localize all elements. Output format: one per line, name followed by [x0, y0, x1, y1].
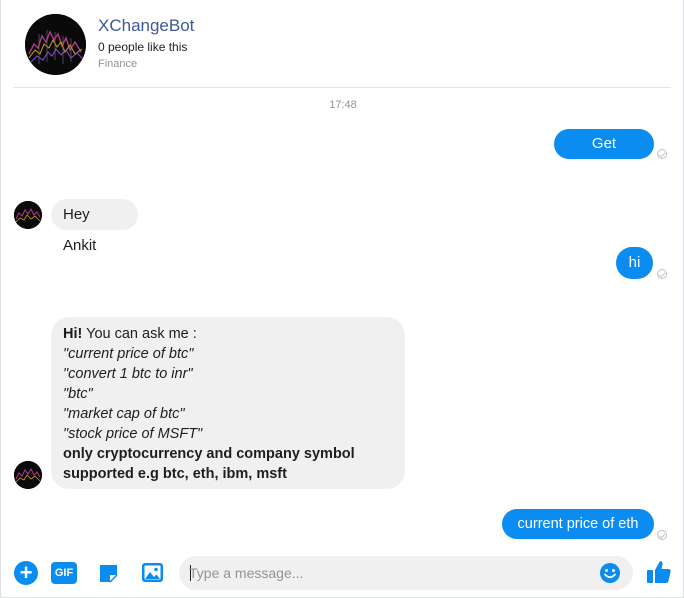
page-category: Finance — [98, 58, 138, 70]
message-input-container — [179, 556, 633, 590]
incoming-message-help[interactable]: Hi! You can ask me : "current price of b… — [51, 317, 405, 489]
help-example: "stock price of MSFT" — [63, 426, 203, 442]
bot-avatar — [14, 201, 42, 229]
help-example: "market cap of btc" — [63, 406, 185, 422]
outgoing-message[interactable]: Get Started — [554, 129, 654, 182]
plus-circle-icon[interactable]: + — [14, 561, 38, 585]
outgoing-message[interactable]: current price of eth — [502, 509, 654, 539]
bot-avatar — [14, 461, 42, 489]
page-likes: 0 people like this — [98, 40, 188, 54]
message-composer: + GIF — [1, 548, 684, 598]
outgoing-message[interactable]: hi — [616, 247, 653, 279]
help-example: "btc" — [63, 386, 93, 402]
thumbs-up-icon[interactable] — [646, 559, 672, 585]
read-receipt-icon — [657, 530, 667, 540]
emoji-icon[interactable] — [599, 562, 621, 584]
read-receipt-icon — [657, 269, 667, 279]
help-intro-bold: Hi! — [63, 326, 83, 342]
help-note: only cryptocurrency and company symbol — [63, 446, 355, 462]
help-example: "current price of btc" — [63, 346, 194, 362]
help-intro: Hi! You can ask me : — [63, 324, 393, 344]
sticker-icon[interactable] — [97, 562, 120, 585]
header-divider — [13, 87, 671, 88]
page-avatar[interactable] — [25, 14, 86, 75]
conversation-header: XChangeBot 0 people like this Finance — [1, 0, 684, 88]
help-intro-text: You can ask me : — [82, 326, 197, 342]
help-example: "convert 1 btc to inr" — [63, 366, 193, 382]
incoming-message[interactable]: Hey Ankit — [51, 199, 138, 254]
page-name[interactable]: XChangeBot — [98, 16, 194, 36]
gif-icon[interactable]: GIF — [51, 562, 77, 584]
image-icon[interactable] — [141, 562, 164, 583]
help-note: supported e.g btc, eth, ibm, msft — [63, 466, 287, 482]
message-input[interactable] — [189, 556, 589, 590]
messenger-window: XChangeBot 0 people like this Finance 17… — [0, 0, 684, 598]
read-receipt-icon — [657, 149, 667, 159]
message-timestamp: 17:48 — [329, 99, 357, 111]
